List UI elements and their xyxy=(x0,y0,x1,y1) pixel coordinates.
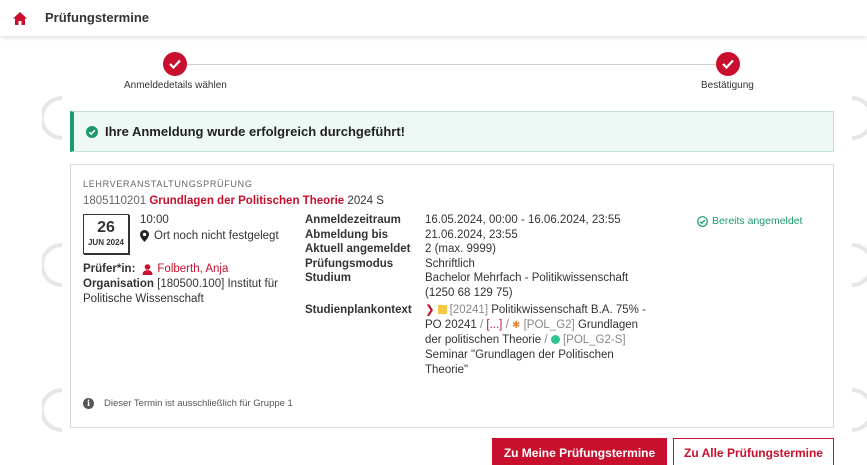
examiner-row: Prüfer*in: Folberth, Anja xyxy=(83,263,228,275)
group-note: i Dieser Termin ist ausschließlich für G… xyxy=(83,398,293,409)
location-text: Ort noch nicht festgelegt xyxy=(154,230,279,242)
home-icon[interactable] xyxy=(13,12,27,25)
check-circle-icon xyxy=(86,125,98,138)
status-text: Bereits angemeldet xyxy=(712,215,803,227)
step-1-label: Anmeldedetails wählen xyxy=(124,80,227,91)
yellow-square-icon xyxy=(437,305,447,314)
examiner-name-link[interactable]: Folberth, Anja xyxy=(157,263,228,275)
registration-period-value: 16.05.2024, 00:00 - 16.06.2024, 23:55 xyxy=(425,214,621,226)
note-text: Dieser Termin ist ausschließlich für Gru… xyxy=(104,398,293,409)
carousel-prev-arc xyxy=(40,96,64,140)
registered-count-label: Aktuell angemeldet xyxy=(305,243,411,255)
person-icon xyxy=(142,263,153,275)
curriculum-context: ❯ [20241] Politikwissenschaft B.A. 75% - … xyxy=(425,303,647,378)
all-exams-button[interactable]: Zu Alle Prüfungstermine xyxy=(673,438,834,465)
deregistration-label: Abmeldung bis xyxy=(305,228,389,241)
step-2-check-icon xyxy=(716,52,740,76)
my-exams-button[interactable]: Zu Meine Prüfungstermine xyxy=(492,438,667,465)
context-code-3: [POL_G2-S] xyxy=(562,334,626,346)
exam-time: 10:00 xyxy=(140,214,169,226)
check-circle-outline-icon xyxy=(697,215,708,227)
context-code-1: [20241] xyxy=(449,304,489,316)
carousel-prev-arc xyxy=(40,243,64,287)
page-title: Prüfungstermine xyxy=(45,10,150,25)
carousel-next-arc xyxy=(850,388,867,432)
carousel-next-arc xyxy=(850,96,867,140)
course-heading: 1805110201 Grundlagen der Politischen Th… xyxy=(83,195,384,207)
info-icon: i xyxy=(83,398,94,409)
study-label: Studium xyxy=(305,272,351,284)
course-title-link[interactable]: Grundlagen der Politischen Theorie xyxy=(149,195,344,207)
date-calendar: 26 JUN 2024 xyxy=(83,214,129,254)
course-semester: 2024 S xyxy=(347,195,384,207)
context-code-2: [POL_G2] xyxy=(523,319,575,331)
green-dot-icon xyxy=(550,335,560,344)
organisation-label: Organisation xyxy=(83,278,154,290)
exam-mode-label: Prüfungsmodus xyxy=(305,257,394,270)
study-value: Bachelor Mehrfach - Politikwissenschaft … xyxy=(425,272,629,299)
date-day: 26 xyxy=(97,219,115,236)
chevron-down-icon[interactable]: ❯ xyxy=(425,304,435,316)
top-bar: Prüfungstermine xyxy=(0,0,867,36)
exam-type: LEHRVERANSTALTUNGSPRÜFUNG xyxy=(83,179,253,189)
registered-count-value: 2 (max. 9999) xyxy=(425,243,496,255)
examiner-label: Prüfer*in: xyxy=(83,263,136,275)
alert-message: Ihre Anmeldung wurde erfolgreich durchge… xyxy=(105,124,405,139)
exam-details: Anmeldezeitraum 16.05.2024, 00:00 - 16.06… xyxy=(305,213,725,378)
success-alert: Ihre Anmeldung wurde erfolgreich durchge… xyxy=(70,111,834,152)
curriculum-context-label: Studienplankontext xyxy=(305,304,412,316)
exam-mode-value: Schriftlich xyxy=(425,257,475,270)
step-2-label: Bestätigung xyxy=(701,80,754,91)
step-1-check-icon xyxy=(163,52,187,76)
context-text-3: Seminar "Grundlagen der Politischen Theo… xyxy=(425,349,614,376)
deregistration-value: 21.06.2024, 23:55 xyxy=(425,228,518,241)
context-separator: / xyxy=(505,319,509,331)
date-month: JUN 2024 xyxy=(87,238,125,247)
context-ellipsis-link[interactable]: [...] xyxy=(486,319,502,331)
context-separator: / xyxy=(480,319,484,331)
registration-period-label: Anmeldezeitraum xyxy=(305,214,401,226)
course-number: 1805110201 xyxy=(83,195,147,207)
organisation: Organisation [180500.100] Institut für P… xyxy=(83,277,298,307)
star-icon: ✱ xyxy=(512,320,521,331)
registration-status: Bereits angemeldet xyxy=(697,215,802,227)
exam-card: LEHRVERANSTALTUNGSPRÜFUNG 1805110201 Gru… xyxy=(70,164,834,428)
carousel-next-arc xyxy=(850,243,867,287)
context-separator: / xyxy=(544,334,548,346)
carousel-prev-arc xyxy=(40,388,64,432)
location-pin-icon xyxy=(140,230,149,242)
exam-location: Ort noch nicht festgelegt xyxy=(140,230,279,242)
stepper-line xyxy=(185,64,725,65)
